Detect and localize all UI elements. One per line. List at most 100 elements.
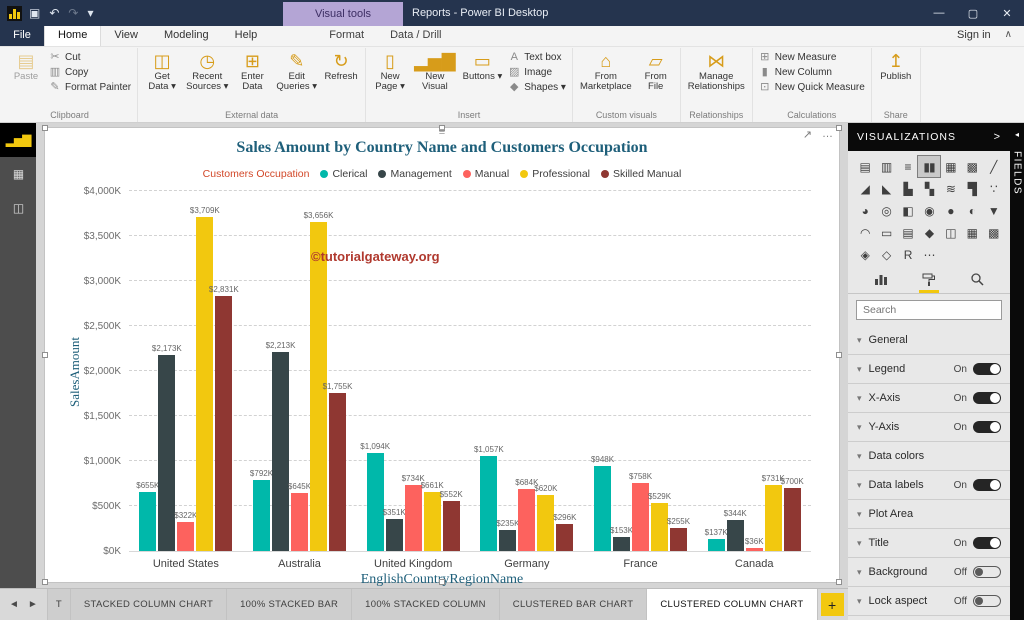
bar-professional[interactable]: $731K — [765, 485, 782, 551]
bar-management[interactable]: $344K — [727, 520, 744, 551]
table-icon[interactable]: ▦ — [961, 222, 982, 243]
shape-map-icon[interactable]: ◐ — [961, 200, 982, 221]
text-box-button[interactable]: AText box — [508, 52, 566, 63]
expand-fields-icon[interactable]: ◂ — [1015, 130, 1019, 139]
page-tab-t[interactable]: T — [48, 589, 71, 620]
bar-skilled-manual[interactable]: $255K — [670, 528, 687, 551]
resize-handle[interactable] — [439, 579, 445, 585]
filled-map-icon[interactable]: ● — [940, 200, 961, 221]
page-tab-stacked-column-chart[interactable]: STACKED COLUMN CHART — [71, 589, 227, 620]
maximize-button[interactable]: ▢ — [956, 0, 990, 26]
chart-visual[interactable]: ≡ ↗ … Sales Amount by Country Name and C… — [44, 127, 840, 583]
add-page-button[interactable]: + — [821, 593, 844, 616]
stacked-bar-chart-icon[interactable]: ▤ — [854, 156, 875, 177]
focus-mode-icon[interactable]: ↗ — [803, 128, 812, 141]
title-toggle[interactable] — [973, 537, 1001, 549]
clustered-column-chart-icon[interactable]: ▮▮ — [918, 156, 939, 177]
bar-management[interactable]: $153K — [613, 537, 630, 551]
bar-professional[interactable]: $529K — [651, 503, 668, 551]
format-section-lock-aspect[interactable]: ▾Lock aspectOff — [848, 587, 1010, 616]
r-script-visual-icon[interactable]: R — [897, 244, 918, 265]
bar-manual[interactable]: $645K — [291, 493, 308, 551]
background-toggle[interactable] — [973, 566, 1001, 578]
custom-visual-icon[interactable]: ◇ — [875, 244, 896, 265]
data-view-button[interactable]: ▦ — [0, 157, 36, 191]
sign-in-button[interactable]: Sign in — [947, 26, 1001, 46]
tab-data-drill[interactable]: Data / Drill — [377, 26, 454, 46]
enter-data-button[interactable]: ⊞Enter Data — [232, 48, 272, 94]
funnel-icon[interactable]: ▼ — [983, 200, 1004, 221]
format-section-legend[interactable]: ▾LegendOn — [848, 355, 1010, 384]
resize-handle[interactable] — [42, 352, 48, 358]
next-page-icon[interactable]: ► — [28, 599, 38, 610]
bar-professional[interactable]: $3,709K — [196, 217, 213, 551]
copy-button[interactable]: ▥Copy — [49, 67, 131, 78]
quick-access-menu-icon[interactable]: ▾ — [87, 6, 93, 20]
more-options-icon[interactable]: … — [822, 128, 833, 141]
line-and-clustered-column-chart-icon[interactable]: ▚ — [918, 178, 939, 199]
bar-skilled-manual[interactable]: $552K — [443, 501, 460, 551]
image-button[interactable]: ▨Image — [508, 67, 566, 78]
bar-skilled-manual[interactable]: $296K — [556, 524, 573, 551]
bar-skilled-manual[interactable]: $700K — [784, 488, 801, 551]
get-data-button[interactable]: ◫Get Data ▾ — [142, 48, 182, 94]
new-page-button[interactable]: ▯New Page ▾ — [370, 48, 410, 94]
100-stacked-column-chart-icon[interactable]: ▩ — [961, 156, 982, 177]
format-section-plot-area[interactable]: ▾Plot Area — [848, 500, 1010, 529]
bar-manual[interactable]: $758K — [632, 483, 649, 551]
data-labels-toggle[interactable] — [973, 479, 1001, 491]
bar-manual[interactable]: $322K — [177, 522, 194, 551]
undo-icon[interactable]: ↶ — [49, 6, 59, 20]
collapse-ribbon-icon[interactable]: ∧ — [1001, 26, 1024, 46]
fields-pane-tab[interactable] — [871, 268, 891, 293]
multi-row-card-icon[interactable]: ▤ — [897, 222, 918, 243]
tab-home[interactable]: Home — [44, 26, 101, 46]
legend-item[interactable]: Management — [378, 168, 451, 180]
area-chart-icon[interactable]: ◢ — [854, 178, 875, 199]
format-pane-tab[interactable] — [919, 268, 939, 293]
resize-handle[interactable] — [836, 125, 842, 131]
resize-handle[interactable] — [42, 579, 48, 585]
visual-drag-grip[interactable]: ≡ — [439, 126, 445, 138]
legend-item[interactable]: Skilled Manual — [601, 168, 681, 180]
bar-professional[interactable]: $620K — [537, 495, 554, 551]
slicer-icon[interactable]: ◫ — [940, 222, 961, 243]
bar-manual[interactable]: $684K — [518, 489, 535, 551]
lock-aspect-toggle[interactable] — [973, 595, 1001, 607]
new-measure-button[interactable]: ⊞New Measure — [759, 52, 865, 63]
new-column-button[interactable]: ▮New Column — [759, 67, 865, 78]
model-view-button[interactable]: ◫ — [0, 191, 36, 225]
minimize-button[interactable]: — — [922, 0, 956, 26]
previous-page-icon[interactable]: ◄ — [9, 599, 19, 610]
page-tab-clustered-column-chart[interactable]: CLUSTERED COLUMN CHART — [647, 589, 817, 620]
bar-skilled-manual[interactable]: $1,755K — [329, 393, 346, 551]
bar-clerical[interactable]: $137K — [708, 539, 725, 551]
bar-clerical[interactable]: $1,094K — [367, 453, 384, 551]
bar-skilled-manual[interactable]: $2,831K — [215, 296, 232, 551]
100-stacked-bar-chart-icon[interactable]: ▦ — [940, 156, 961, 177]
from-file-button[interactable]: ▱From File — [636, 48, 676, 94]
resize-handle[interactable] — [42, 125, 48, 131]
x-axis-toggle[interactable] — [973, 392, 1001, 404]
arcgis-map-icon[interactable]: ◈ — [854, 244, 875, 265]
new-visual-button[interactable]: ▂▅▇New Visual — [411, 48, 459, 94]
format-section-y-axis[interactable]: ▾Y-AxisOn — [848, 413, 1010, 442]
resize-handle[interactable] — [836, 352, 842, 358]
card-icon[interactable]: ▭ — [875, 222, 896, 243]
stacked-column-chart-icon[interactable]: ▥ — [875, 156, 896, 177]
from-marketplace-button[interactable]: ⌂From Marketplace — [577, 48, 635, 94]
map-icon[interactable]: ◉ — [918, 200, 939, 221]
donut-chart-icon[interactable]: ◎ — [875, 200, 896, 221]
tab-format[interactable]: Format — [316, 26, 377, 46]
close-button[interactable]: ✕ — [990, 0, 1024, 26]
bar-manual[interactable]: $734K — [405, 485, 422, 551]
clustered-bar-chart-icon[interactable]: ≡ — [897, 156, 918, 177]
format-section-general[interactable]: ▾General — [848, 326, 1010, 355]
tab-file[interactable]: File — [0, 26, 44, 46]
bar-management[interactable]: $2,213K — [272, 352, 289, 551]
cut-button[interactable]: ✂Cut — [49, 52, 131, 63]
tab-view[interactable]: View — [101, 26, 151, 46]
page-tab-100-stacked-column[interactable]: 100% STACKED COLUMN — [352, 589, 500, 620]
bar-management[interactable]: $235K — [499, 530, 516, 551]
format-painter-button[interactable]: ✎Format Painter — [49, 82, 131, 93]
